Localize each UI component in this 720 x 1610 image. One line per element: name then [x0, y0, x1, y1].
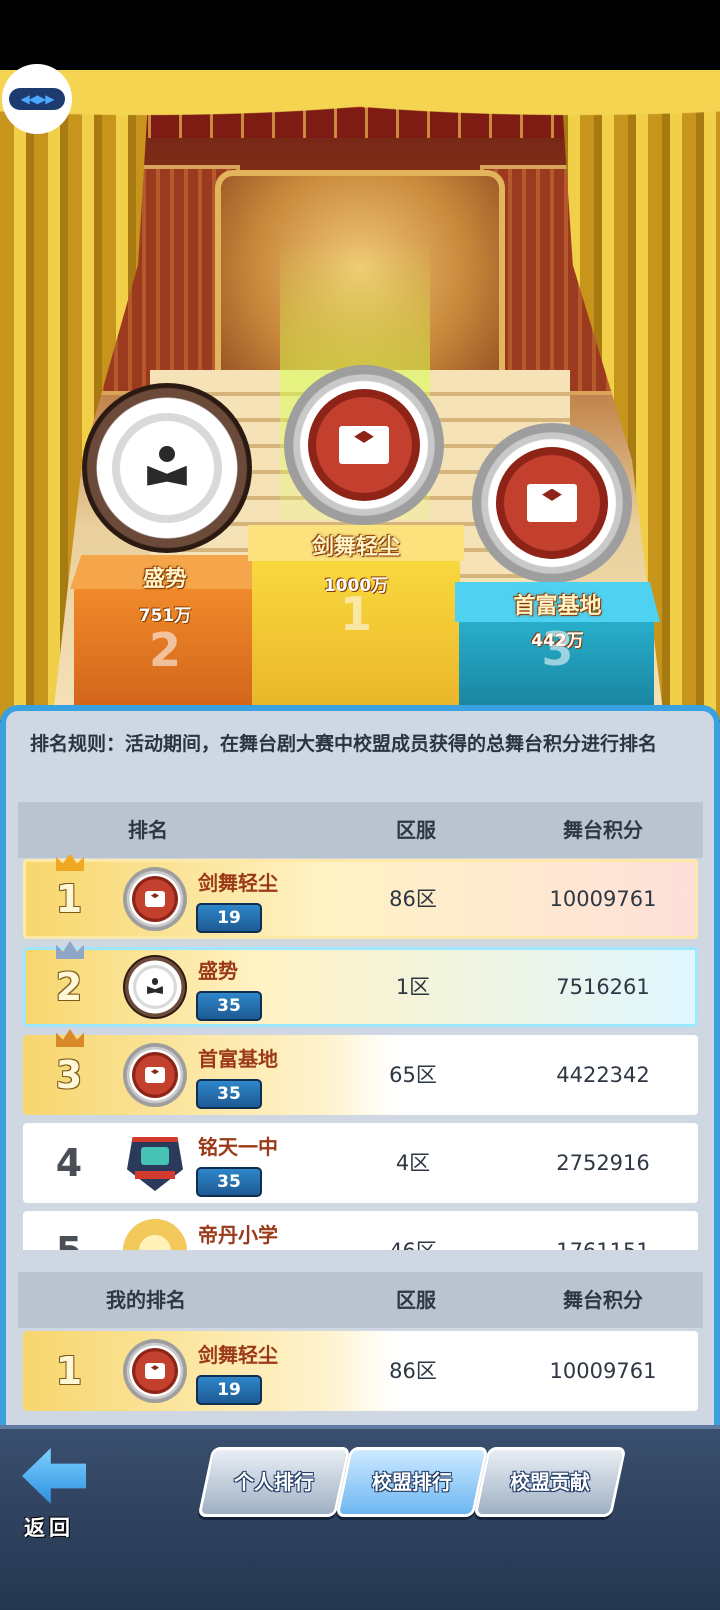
ranking-list[interactable]: 1 剑舞轻尘 19 86区 10009761 2 盛势 35 1区 751626…	[18, 855, 703, 1250]
podium-2-rank: 2	[148, 623, 181, 677]
graduation-cap-badge-icon	[123, 1043, 187, 1107]
header-rank: 排名	[128, 818, 168, 842]
header-my-rank: 我的排名	[106, 1288, 186, 1312]
tab-label: 个人排行	[234, 1470, 314, 1494]
row-rank: 1	[55, 877, 83, 921]
my-rank-server: 86区	[389, 1359, 437, 1383]
row-server: 1区	[395, 975, 431, 999]
row-server: 46区	[368, 1211, 458, 1250]
tab-alliance-ranking[interactable]: 校盟排行	[335, 1447, 489, 1517]
my-rank-row-wrap: 1 剑舞轻尘 19 86区 10009761	[18, 1328, 703, 1418]
row-rank: 3	[55, 1053, 83, 1097]
row-server: 86区	[389, 887, 437, 911]
header-score: 舞台积分	[563, 818, 643, 842]
row-rank: 2	[55, 965, 83, 1009]
ranking-row-4[interactable]: 4 铭天一中 35 4区 2752916	[23, 1123, 698, 1203]
podium-1-name: 剑舞轻尘	[311, 535, 400, 560]
my-rank-number: 1	[55, 1349, 83, 1393]
status-bar	[0, 0, 720, 70]
ranking-row-2[interactable]: 2 盛势 35 1区 7516261	[23, 941, 698, 1027]
graduation-cap-icon	[527, 483, 577, 523]
back-button[interactable]: 返回	[10, 1440, 140, 1545]
curtain-valance	[0, 70, 720, 140]
row-score: 7516261	[556, 975, 650, 999]
back-label: 返回	[24, 1516, 74, 1540]
row-score: 2752916	[556, 1151, 650, 1175]
ranking-rules: 排名规则：活动期间，在舞台剧大赛中校盟成员获得的总舞台积分进行排名	[30, 733, 658, 755]
tab-label: 校盟排行	[372, 1470, 452, 1494]
floating-assist-button[interactable]: ◀◀▶▶	[2, 64, 72, 134]
row-rank: 4	[55, 1141, 83, 1185]
reader-badge-icon	[123, 955, 187, 1019]
row-score: 1761151	[523, 1211, 683, 1250]
podium-3-badge	[472, 423, 632, 583]
my-rank-row[interactable]: 1 剑舞轻尘 19 86区 10009761	[23, 1331, 698, 1411]
podium-1-badge	[284, 365, 444, 525]
row-score: 10009761	[549, 887, 657, 911]
row-name: 铭天一中	[198, 1135, 278, 1159]
my-rank-score: 10009761	[549, 1359, 657, 1383]
podium-3-rank: 3	[541, 622, 574, 676]
podium-3-name: 首富基地	[513, 594, 602, 619]
podium-2-name: 盛势	[142, 567, 187, 592]
row-level: 35	[196, 991, 262, 1021]
row-server: 65区	[389, 1063, 437, 1087]
graduation-cap-icon	[339, 425, 389, 465]
row-name: 盛势	[198, 959, 238, 983]
graduation-cap-badge-icon	[123, 1339, 187, 1403]
speed-control-icon: ◀◀▶▶	[9, 88, 65, 110]
podium-1-rank: 1	[339, 587, 372, 641]
row-level: 35	[196, 1079, 262, 1109]
header-server: 区服	[396, 1288, 436, 1312]
reader-icon	[145, 446, 189, 490]
ranking-row-1[interactable]: 1 剑舞轻尘 19 86区 10009761	[23, 855, 698, 939]
graduation-cap-badge-icon	[123, 867, 187, 931]
row-rank: 5	[43, 1211, 95, 1250]
podium-2: 盛势 751万 2	[70, 555, 260, 710]
tab-alliance-contribution[interactable]: 校盟贡献	[473, 1447, 627, 1517]
ranking-row-3[interactable]: 3 首富基地 35 65区 4422342	[23, 1029, 698, 1115]
my-rank-name: 剑舞轻尘	[198, 1343, 278, 1367]
row-level: 19	[196, 903, 262, 933]
row-name: 帝丹小学	[198, 1223, 278, 1247]
header-score: 舞台积分	[563, 1288, 643, 1312]
gold-badge-icon	[123, 1219, 187, 1250]
my-rank-header: 我的排名 区服 舞台积分	[18, 1272, 703, 1328]
ranking-row-5[interactable]: 5 帝丹小学 46区 1761151	[23, 1211, 698, 1250]
row-score: 4422342	[556, 1063, 650, 1087]
header-server: 区服	[396, 818, 436, 842]
row-server: 4区	[395, 1151, 431, 1175]
shield-badge-icon	[123, 1131, 187, 1195]
ranking-table-header: 排名 区服 舞台积分	[18, 802, 703, 858]
row-name: 首富基地	[198, 1047, 278, 1071]
tab-personal-ranking[interactable]: 个人排行	[197, 1447, 351, 1517]
row-name: 剑舞轻尘	[198, 871, 278, 895]
podium-1: 剑舞轻尘 1000万 1	[248, 525, 464, 710]
back-arrow-icon	[22, 1448, 86, 1504]
podium-2-badge	[82, 383, 252, 553]
my-rank-level: 19	[196, 1375, 262, 1405]
row-level: 35	[196, 1167, 262, 1197]
tab-label: 校盟贡献	[510, 1470, 590, 1494]
podium-3: 首富基地 442万 3	[455, 582, 660, 710]
